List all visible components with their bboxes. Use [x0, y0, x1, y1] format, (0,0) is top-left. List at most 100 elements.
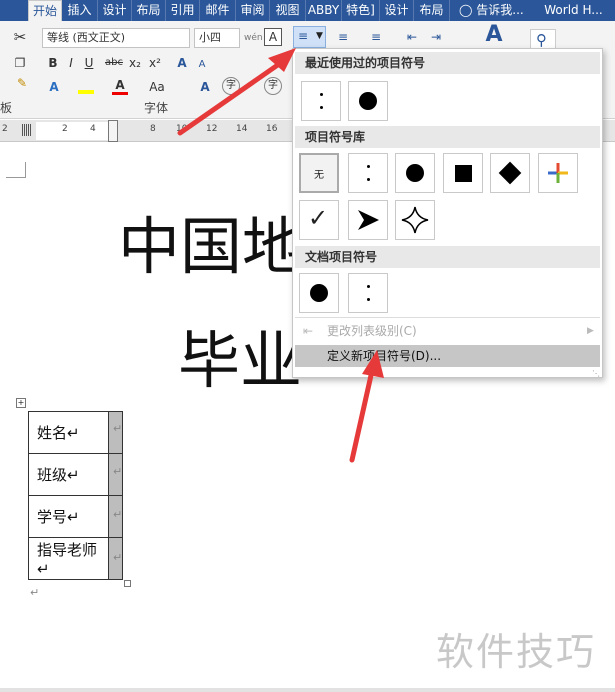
document-title: World H... — [544, 3, 603, 17]
resize-grip-icon[interactable]: ⋱ — [592, 369, 600, 378]
bullet-checkmark-option[interactable]: ✓ — [299, 200, 339, 240]
bullet-star-option[interactable] — [395, 200, 435, 240]
table-resize-handle[interactable] — [124, 580, 131, 587]
grow-font-button[interactable]: A — [174, 53, 190, 73]
define-new-bullet-item[interactable]: 定义新项目符号(D)... — [295, 345, 600, 367]
font-name-box[interactable]: 等线 (西文正文) — [42, 28, 190, 48]
ruler-number: 14 — [236, 124, 248, 134]
tab-insert[interactable]: 插入 — [62, 0, 98, 21]
none-label: 无 — [314, 170, 324, 181]
superscript-button[interactable]: x² — [146, 53, 164, 73]
heading-line-2: 毕业 — [178, 324, 303, 397]
table-row: 班级↵ — [28, 453, 123, 496]
tab-design[interactable]: 设计 — [98, 0, 132, 21]
tab-layout[interactable]: 布局 — [132, 0, 166, 21]
copy-icon[interactable]: ❐ — [10, 53, 30, 73]
tab-references[interactable]: 引用 — [166, 0, 200, 21]
bullet-none-option[interactable]: 无 — [299, 153, 339, 193]
ruler-margin-area — [36, 122, 114, 140]
ruler-number: 4 — [90, 124, 96, 134]
font-group-label: 字体 — [144, 101, 169, 115]
clear-format-button[interactable]: A — [196, 77, 214, 97]
shrink-font-button[interactable]: A — [194, 55, 210, 75]
bullets-button[interactable]: ≡ ▼ — [293, 26, 326, 48]
ruler-number: 12 — [206, 124, 218, 134]
char-border-icon[interactable]: A — [264, 28, 282, 46]
bullet-arrowhead-option[interactable] — [348, 200, 388, 240]
bullet-colon-option[interactable] — [348, 153, 388, 193]
bullet-filled-circle-option[interactable] — [299, 273, 339, 313]
table-move-handle[interactable]: + — [16, 398, 26, 408]
ruler-number: 2 — [62, 124, 68, 134]
tell-me-box[interactable]: ◯ 告诉我... — [455, 0, 530, 21]
multilevel-list-button[interactable]: ≡ — [362, 27, 390, 47]
font-color-button[interactable]: A — [112, 77, 128, 95]
document-bullets-header: 文档项目符号 — [295, 246, 600, 268]
end-of-row-mark: ↵ — [113, 508, 123, 521]
tab-review[interactable]: 审阅 — [236, 0, 270, 21]
page-corner-mark — [6, 162, 26, 178]
subscript-button[interactable]: x₂ — [126, 53, 144, 73]
highlight-color-icon[interactable] — [78, 78, 94, 94]
bullet-colon-option[interactable] — [301, 81, 341, 121]
table-cell[interactable]: 学号↵ — [28, 495, 109, 538]
list-level-icon: ⇤ — [303, 324, 314, 338]
italic-button[interactable]: I — [64, 53, 78, 73]
decrease-indent-button[interactable]: ⇤ — [402, 27, 422, 47]
indent-marker[interactable] — [108, 120, 118, 142]
text-effects-button[interactable]: A — [46, 77, 62, 97]
table-cell[interactable]: 指导老师↵ — [28, 537, 109, 580]
enclose-char-button[interactable]: 字 — [222, 77, 240, 95]
font-size-box[interactable]: 小四 — [194, 28, 240, 48]
underline-button[interactable]: U — [82, 53, 96, 73]
end-of-row-mark: ↵ — [113, 422, 123, 435]
table-row: 学号↵ — [28, 495, 123, 538]
chevron-right-icon: ▶ — [587, 326, 594, 336]
cut-icon[interactable]: ✂ — [10, 27, 30, 47]
arrowhead-icon — [358, 210, 379, 230]
tab-abbyy[interactable]: ABBY — [306, 0, 342, 21]
end-of-row-mark: ↵ — [113, 551, 123, 564]
char-shading-button[interactable]: 字 — [264, 77, 282, 95]
styles-button[interactable]: A — [480, 24, 508, 46]
tell-me-text: 告诉我... — [476, 3, 524, 17]
bullet-colored-star-option[interactable] — [538, 153, 578, 193]
bullet-diamond-option[interactable] — [490, 153, 530, 193]
tab-home[interactable]: 开始 — [28, 0, 62, 21]
ruler-number: 8 — [150, 124, 156, 134]
change-list-level-item: ⇤ 更改列表级别(C) ▶ — [295, 320, 600, 342]
table-cell[interactable]: 姓名↵ — [28, 411, 109, 454]
change-case-button[interactable]: Aa — [146, 77, 168, 97]
tab-special[interactable]: 特色] — [342, 0, 380, 21]
format-painter-icon[interactable]: ✎ — [12, 73, 32, 93]
four-point-star-icon — [401, 206, 429, 234]
increase-indent-button[interactable]: ⇥ — [426, 27, 446, 47]
bullet-list-icon: ≡ — [298, 29, 309, 43]
ruler-number: 16 — [266, 124, 278, 134]
numbering-button[interactable]: ≡ — [330, 27, 356, 47]
bullet-library-dropdown: 最近使用过的项目符号 项目符号库 无 ✓ 文档项目符号 ⇤ 更改列表级别(C) … — [292, 48, 603, 378]
bold-button[interactable]: B — [46, 53, 60, 73]
phonetic-guide-icon[interactable]: wén — [244, 28, 263, 48]
bullet-filled-circle-option[interactable] — [395, 153, 435, 193]
paragraph-mark: ↵ — [30, 586, 40, 599]
ruler-number: 10 — [176, 124, 188, 134]
end-of-row-mark: ↵ — [113, 465, 123, 478]
bullet-square-option[interactable] — [443, 153, 483, 193]
bullet-filled-circle-option[interactable] — [348, 81, 388, 121]
info-table: 姓名↵ 班级↵ 学号↵ 指导老师↵ — [28, 411, 123, 580]
chevron-down-icon: ▼ — [316, 31, 323, 41]
table-row: 指导老师↵ — [28, 537, 123, 580]
heading-line-1: 中国地 — [118, 210, 305, 283]
menu-divider — [295, 317, 600, 318]
tab-mailings[interactable]: 邮件 — [200, 0, 236, 21]
tab-table-layout[interactable]: 布局 — [414, 0, 450, 21]
strikethrough-button[interactable]: abc — [104, 53, 124, 73]
table-cell[interactable]: 班级↵ — [28, 453, 109, 496]
tab-table-design[interactable]: 设计 — [380, 0, 414, 21]
bullet-colon-option[interactable] — [348, 273, 388, 313]
tab-view[interactable]: 视图 — [270, 0, 306, 21]
watermark-text: 软件技巧 — [436, 630, 597, 674]
colored-star-icon — [548, 163, 568, 183]
change-list-level-label: 更改列表级别(C) — [327, 324, 417, 338]
